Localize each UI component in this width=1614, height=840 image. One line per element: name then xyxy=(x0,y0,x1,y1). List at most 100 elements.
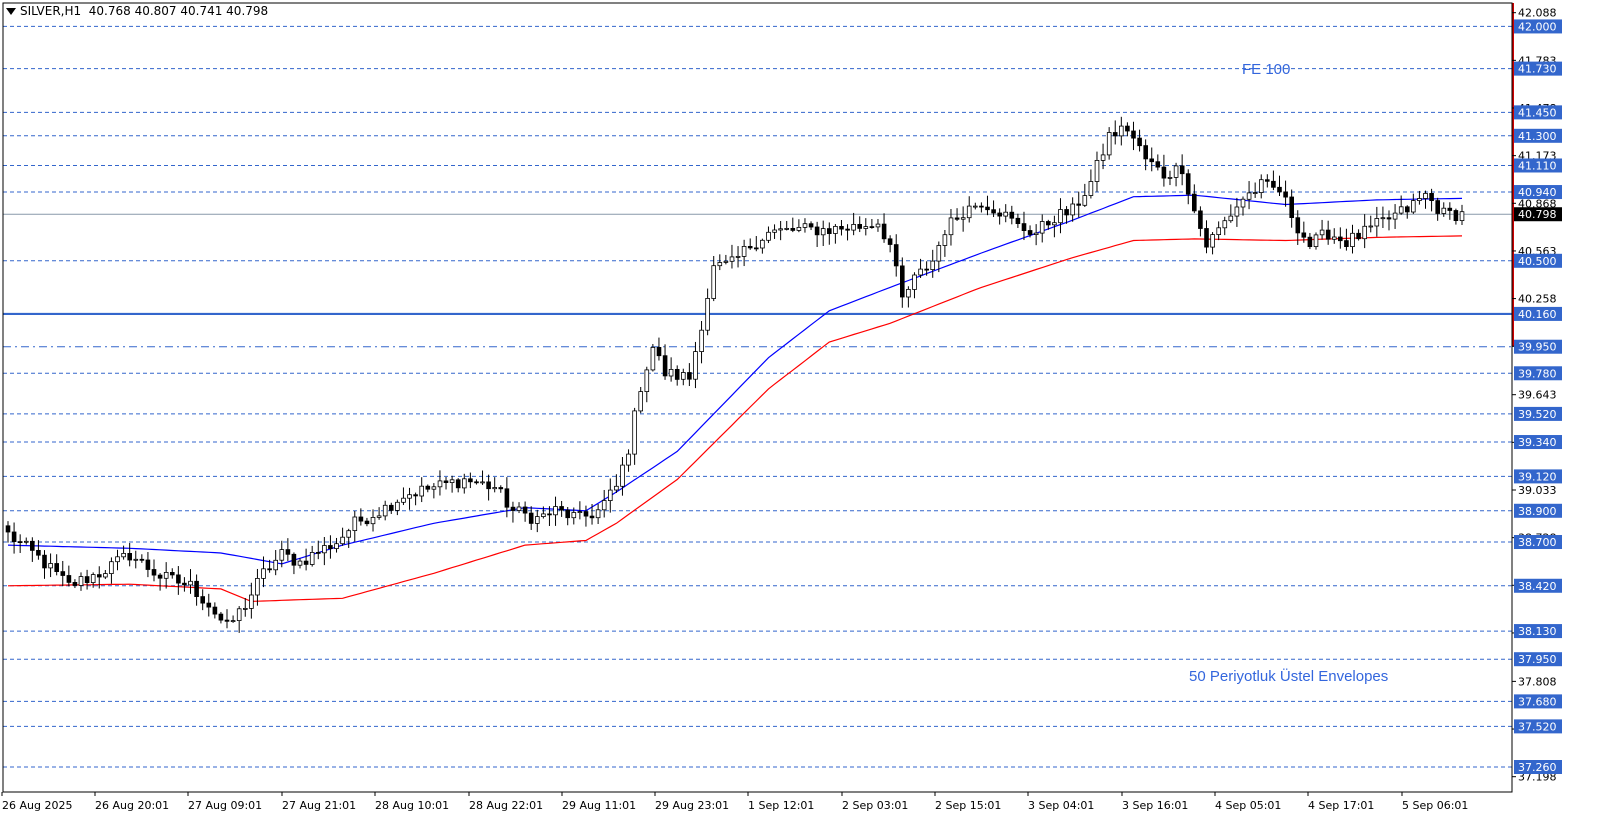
level-label: 41.730 xyxy=(1518,63,1557,76)
candle-body xyxy=(900,265,905,298)
candle-body xyxy=(1155,161,1161,168)
candle-body xyxy=(1362,225,1368,240)
candle xyxy=(291,552,297,575)
candle-body xyxy=(565,509,570,519)
candle-body xyxy=(370,517,376,525)
candle-body xyxy=(668,368,674,377)
candle xyxy=(103,570,108,580)
candle-body xyxy=(1447,207,1453,211)
candle xyxy=(869,218,875,229)
candle xyxy=(1344,228,1349,251)
candle xyxy=(212,602,218,619)
level-label: 38.420 xyxy=(1518,580,1557,593)
candle xyxy=(1033,224,1039,246)
candle-body xyxy=(261,568,266,579)
candle-body xyxy=(1289,196,1295,219)
candle xyxy=(930,249,935,278)
candle xyxy=(346,528,351,548)
time-tick-label: 4 Sep 17:01 xyxy=(1308,799,1374,812)
candle-body xyxy=(589,515,595,519)
candle-body xyxy=(954,217,960,220)
level-label: 38.900 xyxy=(1518,505,1557,518)
candle xyxy=(163,562,169,589)
candle-body xyxy=(510,506,516,511)
candle xyxy=(1435,197,1441,221)
candle-body xyxy=(1295,217,1301,234)
candle xyxy=(1234,197,1240,227)
candle-body xyxy=(924,268,929,271)
candle-body xyxy=(887,238,893,245)
candle xyxy=(632,407,637,465)
candle xyxy=(1216,221,1222,241)
candle xyxy=(1149,147,1155,172)
candle xyxy=(705,288,710,336)
price-chart[interactable]: 42.08841.78341.47841.17340.86840.56340.2… xyxy=(0,0,1614,840)
candle xyxy=(1332,228,1337,244)
dropdown-triangle-icon[interactable] xyxy=(6,8,16,15)
candle-body xyxy=(656,346,662,357)
candle-body xyxy=(1265,179,1270,182)
candle xyxy=(851,212,856,236)
candle-body xyxy=(650,346,656,371)
candle xyxy=(17,534,23,553)
candle xyxy=(662,344,668,380)
candle-body xyxy=(206,602,212,608)
candle-body xyxy=(334,543,339,550)
candle xyxy=(516,502,522,514)
time-tick-label: 29 Aug 23:01 xyxy=(655,799,729,812)
candle-body xyxy=(419,485,424,497)
candle-body xyxy=(358,516,364,522)
level-label: 42.000 xyxy=(1518,20,1557,33)
candle-body xyxy=(273,559,278,571)
candle-body xyxy=(431,486,437,490)
candle xyxy=(1198,206,1203,237)
candle xyxy=(1039,214,1045,243)
candle xyxy=(979,202,984,213)
candle-body xyxy=(1204,228,1209,248)
candle xyxy=(760,238,765,254)
candle xyxy=(711,256,716,302)
candle-body xyxy=(717,262,723,267)
candle-body xyxy=(395,501,400,511)
candle-body xyxy=(401,497,406,503)
time-tick-label: 27 Aug 09:01 xyxy=(188,799,262,812)
candle xyxy=(881,213,887,243)
candle xyxy=(449,475,455,493)
candle-body xyxy=(930,260,935,271)
candle-body xyxy=(802,223,808,228)
candle xyxy=(1131,121,1136,151)
candle xyxy=(687,363,692,387)
candle xyxy=(498,485,504,493)
candle-body xyxy=(790,227,796,231)
candle xyxy=(395,499,400,516)
candle-body xyxy=(1234,206,1240,217)
candle-body xyxy=(1459,211,1465,221)
candle-body xyxy=(595,509,601,519)
candle-body xyxy=(699,329,704,353)
candle-body xyxy=(1313,234,1319,247)
candle xyxy=(1356,229,1361,241)
candle xyxy=(419,477,424,503)
candle xyxy=(480,470,485,485)
candle-body xyxy=(577,511,583,514)
candle-body xyxy=(644,369,650,392)
candle xyxy=(206,593,212,617)
candle-body xyxy=(1301,232,1307,238)
candle-body xyxy=(1277,186,1282,193)
candle-body xyxy=(541,513,546,518)
time-tick-label: 29 Aug 11:01 xyxy=(562,799,636,812)
candle xyxy=(224,609,230,629)
candle-body xyxy=(322,545,327,554)
time-tick-label: 28 Aug 22:01 xyxy=(469,799,543,812)
candle-body xyxy=(772,229,777,233)
candle-body xyxy=(36,550,41,556)
candle-body xyxy=(814,226,820,236)
candle xyxy=(1167,170,1173,186)
candle xyxy=(522,501,528,522)
candle xyxy=(157,573,163,591)
candle-body xyxy=(1417,198,1422,201)
candle xyxy=(912,272,917,299)
candle xyxy=(1064,206,1069,224)
level-label: 39.120 xyxy=(1518,470,1557,483)
candle xyxy=(717,254,723,271)
